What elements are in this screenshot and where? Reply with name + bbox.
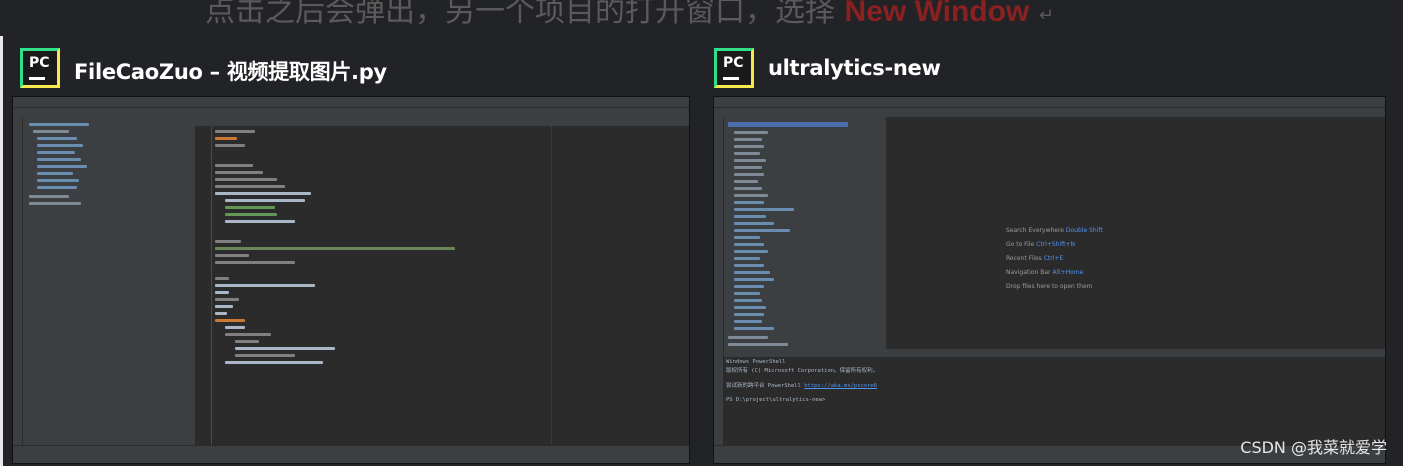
terminal-prompt[interactable]: PS D:\project\ultralytics-new> xyxy=(726,397,825,403)
nav-bar xyxy=(13,107,689,117)
nav-bar xyxy=(714,107,1385,117)
terminal-tabs[interactable] xyxy=(724,349,1385,357)
window-title: FileCaoZuo – 视频提取图片.py xyxy=(74,60,387,84)
tool-window-bar xyxy=(13,445,689,454)
welcome-hint: Go to File Ctrl+Shift+N xyxy=(1006,241,1075,248)
terminal-panel[interactable]: Windows PowerShell 版权所有 (C) Microsoft Co… xyxy=(724,357,1385,446)
project-tree xyxy=(23,117,195,446)
pycharm-icon: PC xyxy=(20,48,60,88)
welcome-editor[interactable]: Search Everywhere Double Shift Go to Fil… xyxy=(886,117,1385,349)
window-thumbnail[interactable]: Search Everywhere Double Shift Go to Fil… xyxy=(713,96,1386,464)
status-bar xyxy=(13,454,689,463)
terminal-link[interactable]: https://aka.ms/pscore6 xyxy=(804,383,877,389)
return-mark: ↵ xyxy=(1038,5,1054,26)
terminal-line: 版权所有 (C) Microsoft Corporation。保留所有权利。 xyxy=(726,368,879,374)
welcome-hint: Search Everywhere Double Shift xyxy=(1006,227,1103,234)
tool-window-strip xyxy=(13,117,23,446)
tool-window-strip xyxy=(714,117,724,446)
pycharm-icon-label: PC xyxy=(29,55,50,71)
window-item-filecaozuo[interactable]: PC FileCaoZuo – 视频提取图片.py xyxy=(0,36,700,466)
project-tree xyxy=(724,117,886,349)
code-editor[interactable] xyxy=(195,126,689,446)
window-item-ultralytics[interactable]: PC ultralytics-new Search Everywhere Dou… xyxy=(700,36,1403,466)
instruction-caption: 点击之后会弹出，另一个项目的打开窗口，选择 New Window ↵ xyxy=(205,0,1205,29)
terminal-line: Windows PowerShell xyxy=(726,359,786,365)
welcome-hint: Navigation Bar Alt+Home xyxy=(1006,269,1084,276)
welcome-hint: Recent Files Ctrl+E xyxy=(1006,255,1064,262)
menu-bar xyxy=(13,97,689,107)
caption-text: 点击之后会弹出，另一个项目的打开窗口，选择 xyxy=(205,0,835,29)
csdn-watermark: CSDN @我菜就爱学 xyxy=(1240,438,1387,457)
window-thumbnail[interactable] xyxy=(12,96,690,464)
pycharm-icon: PC xyxy=(714,48,754,88)
menu-bar xyxy=(714,97,1385,107)
terminal-line: 尝试新的跨平台 PowerShell https://aka.ms/pscore… xyxy=(726,383,878,389)
editor-tabs[interactable] xyxy=(195,117,689,126)
window-title: ultralytics-new xyxy=(768,56,941,80)
pycharm-icon-label: PC xyxy=(723,55,744,71)
caption-highlight: New Window xyxy=(844,0,1030,28)
welcome-hint: Drop files here to open them xyxy=(1006,283,1093,290)
